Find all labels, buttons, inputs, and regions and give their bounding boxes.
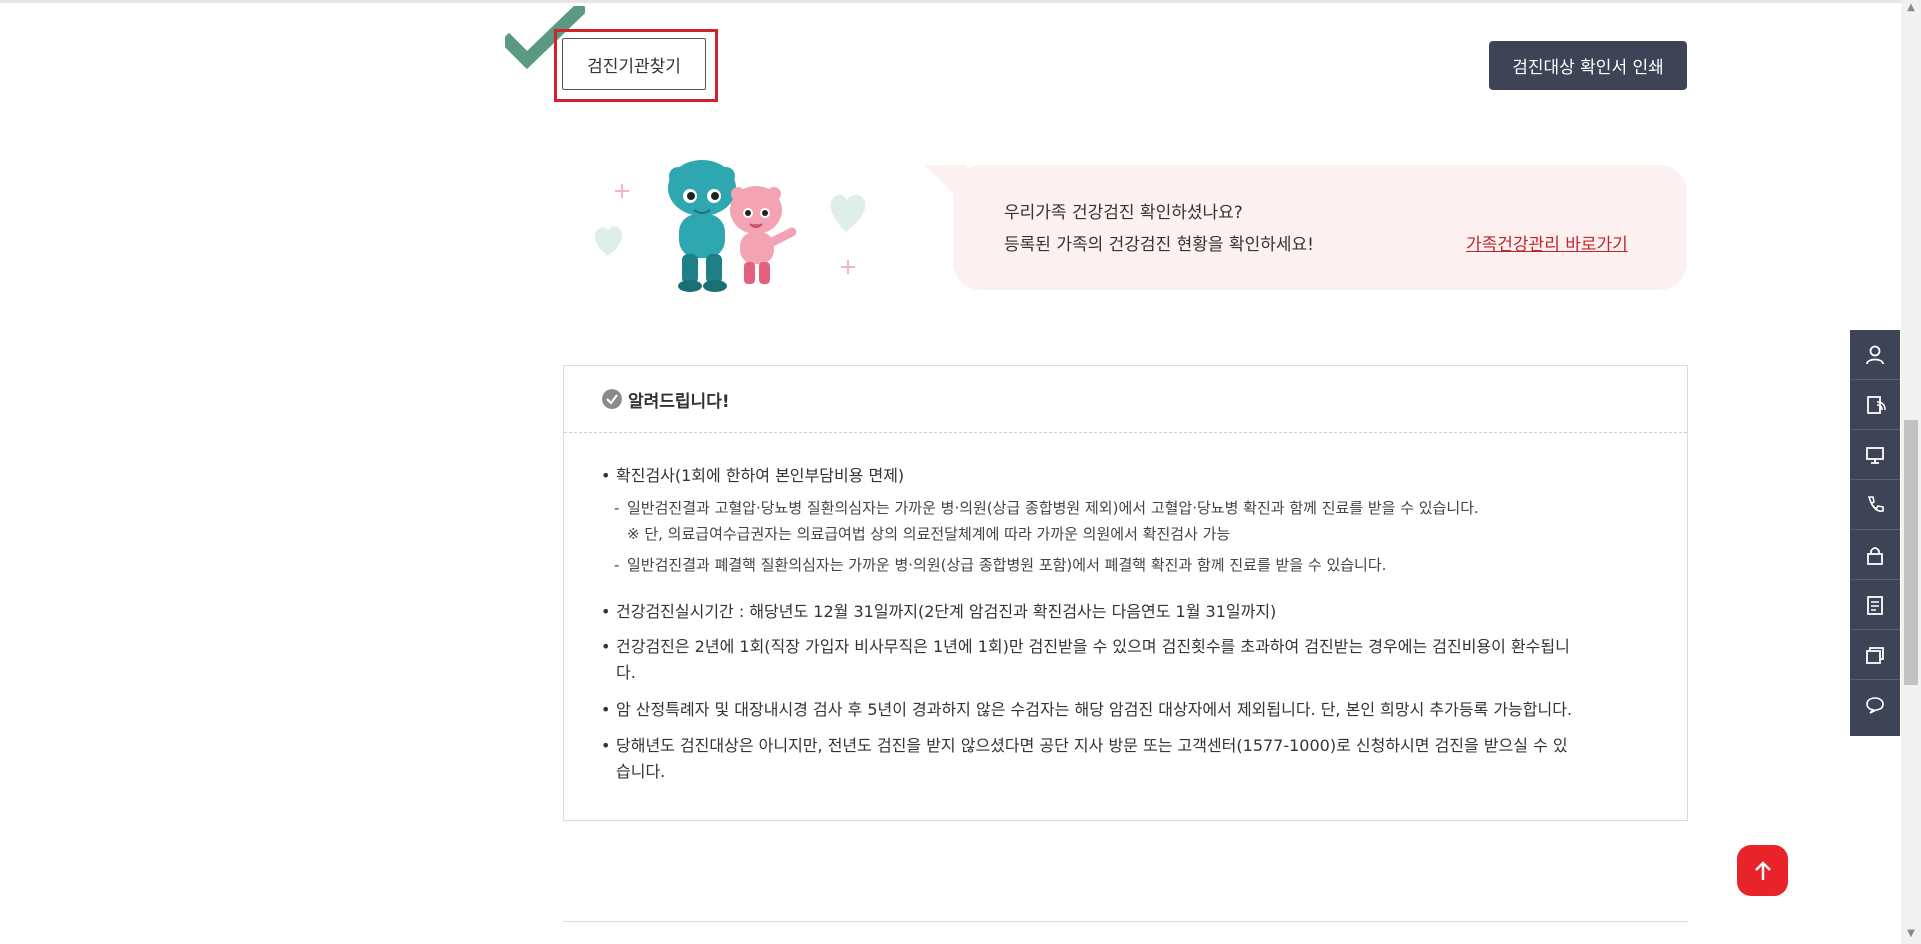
- scroll-down-arrow[interactable]: ▼: [1904, 928, 1918, 942]
- arrow-up-icon: [1754, 860, 1771, 880]
- quick-menu-windows[interactable]: [1850, 630, 1900, 680]
- bullet-mark: •: [601, 700, 611, 719]
- banner-text-line1: 우리가족 건강검진 확인하셨나요?: [1004, 203, 1243, 223]
- bullet-mark: •: [601, 637, 611, 656]
- quick-menu-phone[interactable]: [1850, 480, 1900, 530]
- heart-icon: [594, 226, 622, 256]
- divider: [563, 921, 1688, 922]
- sub-item: -: [614, 553, 619, 577]
- chat-icon: [1866, 697, 1884, 714]
- list-item-text: 암 산정특례자 및 대장내시경 검사 후 5년이 경과하지 않은 수검자는 해당…: [616, 700, 1573, 719]
- bullet-mark: •: [601, 602, 611, 621]
- monitor-icon: [1866, 446, 1884, 464]
- quick-menu-lock[interactable]: [1850, 530, 1900, 580]
- list-item-text: 건강검진은 2년에 1회(직장 가입자 비사무직은 1년에 1회)만 검진받을 …: [616, 637, 1570, 656]
- list-item: • 건강검진실시기간 : 해당년도 12월 31일까지(2단계 암검진과 확진검…: [601, 599, 1277, 624]
- lock-icon: [1867, 546, 1883, 565]
- list-item: • 확진검사(1회에 한하여 본인부담비용 면제): [601, 463, 905, 488]
- quick-menu: [1850, 330, 1900, 736]
- notice-box: 알려드립니다! • 확진검사(1회에 한하여 본인부담비용 면제) - 일반검진…: [563, 365, 1688, 821]
- list-item-text: 당해년도 검진대상은 아니지만, 전년도 검진을 받지 않으셨다면 공단 지사 …: [616, 736, 1568, 755]
- dash-mark: -: [614, 556, 620, 574]
- notice-header: 알려드립니다!: [564, 366, 1687, 433]
- quick-menu-document[interactable]: [1850, 380, 1900, 430]
- list-item: • 당해년도 검진대상은 아니지만, 전년도 검진을 받지 않으셨다면 공단 지…: [601, 733, 1568, 758]
- heart-icon: [830, 194, 866, 232]
- banner-text-line2: 등록된 가족의 건강검진 현황을 확인하세요!: [1004, 235, 1314, 255]
- quick-menu-chat[interactable]: [1850, 680, 1900, 730]
- notice-title: 알려드립니다!: [628, 392, 730, 412]
- find-institution-button[interactable]: 검진기관찾기: [562, 38, 706, 90]
- bullet-mark: •: [601, 466, 611, 485]
- sparkle-icon: [841, 260, 855, 274]
- list-item: • 암 산정특례자 및 대장내시경 검사 후 5년이 경과하지 않은 수검자는 …: [601, 697, 1573, 722]
- list-item-text: 확진검사(1회에 한하여 본인부담비용 면제): [616, 466, 905, 485]
- bullet-mark: •: [601, 736, 611, 755]
- list-item: • 건강검진은 2년에 1회(직장 가입자 비사무직은 1년에 1회)만 검진받…: [601, 634, 1570, 659]
- user-icon: [1866, 345, 1884, 364]
- scroll-up-arrow[interactable]: ▲: [1904, 2, 1918, 16]
- sub-item-text: 일반검진결과 고혈압·당뇨병 질환의심자는 가까운 병·의원(상급 종합병원 제…: [627, 499, 1479, 517]
- scroll-to-top-button[interactable]: [1737, 845, 1788, 896]
- family-checkup-banner: [953, 165, 1687, 290]
- dash-mark: -: [614, 499, 620, 517]
- notepad-icon: [1867, 595, 1883, 615]
- document-send-icon: [1867, 395, 1886, 414]
- list-item-continued: 습니다.: [616, 762, 666, 781]
- quick-menu-user[interactable]: [1850, 330, 1900, 380]
- mascot-illustration: [594, 160, 866, 292]
- check-circle-icon: [602, 389, 622, 409]
- list-item-text: 건강검진실시기간 : 해당년도 12월 31일까지(2단계 암검진과 확진검사는…: [616, 602, 1277, 621]
- list-item-continued: 다.: [616, 663, 636, 682]
- sub-item-text: 일반검진결과 폐결핵 질환의심자는 가까운 병·의원(상급 종합병원 포함)에서…: [627, 556, 1387, 574]
- windows-icon: [1866, 646, 1884, 664]
- quick-menu-monitor[interactable]: [1850, 430, 1900, 480]
- phone-icon: [1867, 495, 1884, 512]
- sub-item-note: ※ 단, 의료급여수급권자는 의료급여법 상의 의료전달체계에 따라 가까운 의…: [627, 525, 1231, 543]
- quick-menu-notepad[interactable]: [1850, 580, 1900, 630]
- scrollbar-thumb[interactable]: [1904, 420, 1918, 685]
- top-border: [0, 0, 1921, 3]
- sub-item: -: [614, 496, 619, 520]
- family-health-link[interactable]: 가족건강관리 바로가기: [1466, 230, 1628, 255]
- print-confirmation-button[interactable]: 검진대상 확인서 인쇄: [1489, 41, 1687, 90]
- sparkle-icon: [615, 184, 629, 198]
